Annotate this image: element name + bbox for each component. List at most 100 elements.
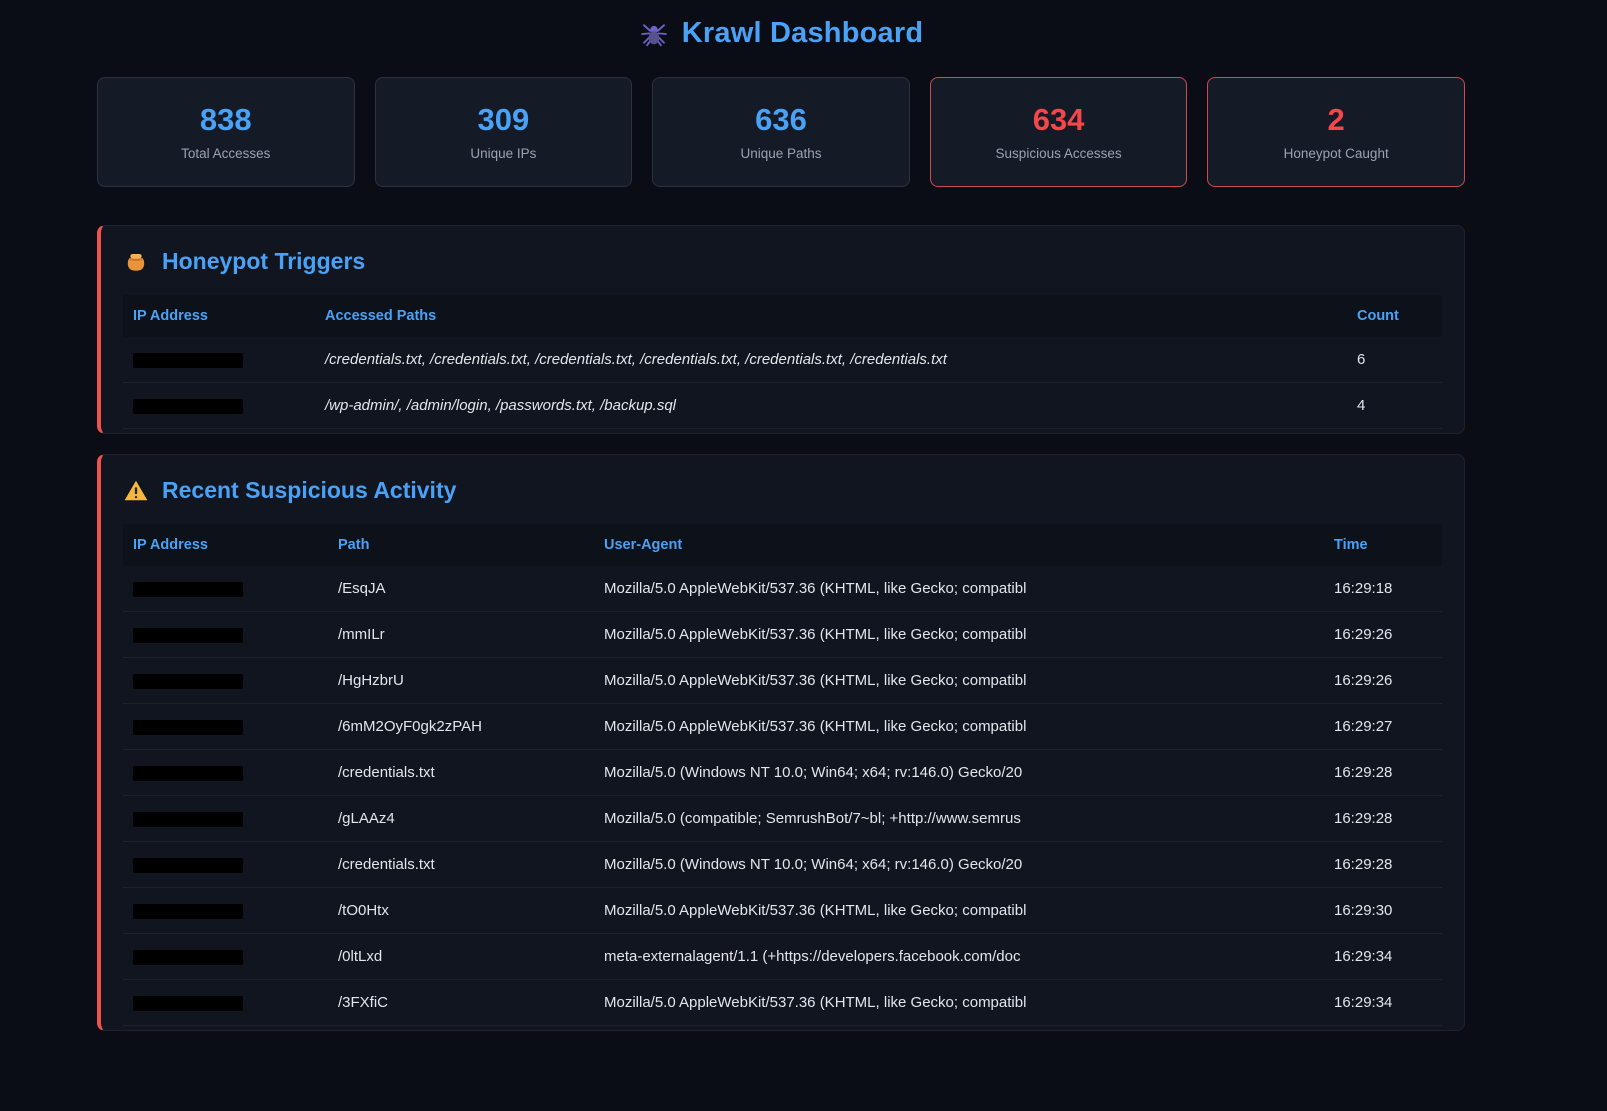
suspicious-time-cell: 16:29:28 <box>1324 796 1442 842</box>
suspicious-ip-cell <box>123 888 328 934</box>
redacted-ip-bar <box>133 812 243 827</box>
suspicious-user-agent-cell: meta-externalagent/1.1 (+https://develop… <box>594 934 1324 980</box>
suspicious-time-cell: 16:29:18 <box>1324 566 1442 612</box>
suspicious-time-cell: 16:29:34 <box>1324 934 1442 980</box>
suspicious-time-cell: 16:29:27 <box>1324 704 1442 750</box>
warning-icon <box>123 478 149 504</box>
suspicious-user-agent-cell: Mozilla/5.0 (Windows NT 10.0; Win64; x64… <box>594 842 1324 888</box>
stats-row: 838 Total Accesses 309 Unique IPs 636 Un… <box>97 77 1465 187</box>
redacted-ip-bar <box>133 904 243 919</box>
suspicious-time-cell: 16:29:28 <box>1324 842 1442 888</box>
redacted-ip-bar <box>133 996 243 1011</box>
honeypot-col-accessed-paths: Accessed Paths <box>315 295 1347 337</box>
suspicious-activity-row: /credentials.txt Mozilla/5.0 (Windows NT… <box>123 750 1442 796</box>
honeypot-table: IP Address Accessed Paths Count /credent… <box>123 295 1442 429</box>
stat-label: Suspicious Accesses <box>996 146 1122 161</box>
suspicious-ip-cell <box>123 750 328 796</box>
suspicious-ip-cell <box>123 704 328 750</box>
honeypot-panel: Honeypot Triggers IP Address Accessed Pa… <box>97 225 1465 434</box>
stat-card: 2 Honeypot Caught <box>1207 77 1465 187</box>
suspicious-time-cell: 16:29:34 <box>1324 980 1442 1026</box>
stat-card: 636 Unique Paths <box>652 77 910 187</box>
stat-card: 838 Total Accesses <box>97 77 355 187</box>
spider-icon <box>639 19 669 49</box>
honeypot-title-text: Honeypot Triggers <box>162 248 365 275</box>
stat-label: Unique IPs <box>470 146 536 161</box>
page-title: Krawl Dashboard <box>682 17 924 50</box>
suspicious-col-path: Path <box>328 524 594 566</box>
suspicious-ip-cell <box>123 934 328 980</box>
suspicious-table-body: /EsqJA Mozilla/5.0 AppleWebKit/537.36 (K… <box>123 566 1442 1026</box>
honeypot-count-cell: 4 <box>1347 383 1442 429</box>
suspicious-user-agent-cell: Mozilla/5.0 AppleWebKit/537.36 (KHTML, l… <box>594 658 1324 704</box>
honeypot-col-ip-address: IP Address <box>123 295 315 337</box>
stat-card: 634 Suspicious Accesses <box>930 77 1188 187</box>
suspicious-activity-row: /6mM2OyF0gk2zPAH Mozilla/5.0 AppleWebKit… <box>123 704 1442 750</box>
redacted-ip-bar <box>133 353 243 368</box>
suspicious-ip-cell <box>123 612 328 658</box>
suspicious-activity-row: /EsqJA Mozilla/5.0 AppleWebKit/537.36 (K… <box>123 566 1442 612</box>
suspicious-user-agent-cell: Mozilla/5.0 AppleWebKit/537.36 (KHTML, l… <box>594 980 1324 1026</box>
suspicious-activity-row: /credentials.txt Mozilla/5.0 (Windows NT… <box>123 842 1442 888</box>
suspicious-activity-row: /0ltLxd meta-externalagent/1.1 (+https:/… <box>123 934 1442 980</box>
honeypot-panel-title: Honeypot Triggers <box>123 248 1442 275</box>
page-header: Krawl Dashboard <box>97 0 1465 50</box>
redacted-ip-bar <box>133 399 243 414</box>
stat-card: 309 Unique IPs <box>375 77 633 187</box>
suspicious-activity-panel: Recent Suspicious Activity IP Address Pa… <box>97 454 1465 1031</box>
suspicious-user-agent-cell: Mozilla/5.0 AppleWebKit/537.36 (KHTML, l… <box>594 704 1324 750</box>
suspicious-col-ip-address: IP Address <box>123 524 328 566</box>
suspicious-time-cell: 16:29:30 <box>1324 888 1442 934</box>
honeypot-paths-cell: /credentials.txt, /credentials.txt, /cre… <box>315 337 1347 383</box>
suspicious-ip-cell <box>123 658 328 704</box>
suspicious-user-agent-cell: Mozilla/5.0 AppleWebKit/537.36 (KHTML, l… <box>594 612 1324 658</box>
suspicious-title-text: Recent Suspicious Activity <box>162 477 456 504</box>
stat-value: 2 <box>1328 104 1345 135</box>
stat-value: 634 <box>1033 104 1085 135</box>
stat-label: Total Accesses <box>181 146 270 161</box>
redacted-ip-bar <box>133 950 243 965</box>
suspicious-time-cell: 16:29:26 <box>1324 658 1442 704</box>
suspicious-activity-row: /gLAAz4 Mozilla/5.0 (compatible; Semrush… <box>123 796 1442 842</box>
suspicious-panel-title: Recent Suspicious Activity <box>123 477 1442 504</box>
suspicious-time-cell: 16:29:28 <box>1324 750 1442 796</box>
suspicious-path-cell: /3FXfiC <box>328 980 594 1026</box>
redacted-ip-bar <box>133 720 243 735</box>
suspicious-col-user-agent: User-Agent <box>594 524 1324 566</box>
stat-label: Unique Paths <box>740 146 821 161</box>
stat-value: 636 <box>755 104 807 135</box>
suspicious-activity-row: /3FXfiC Mozilla/5.0 AppleWebKit/537.36 (… <box>123 980 1442 1026</box>
suspicious-path-cell: /gLAAz4 <box>328 796 594 842</box>
suspicious-path-cell: /0ltLxd <box>328 934 594 980</box>
redacted-ip-bar <box>133 858 243 873</box>
suspicious-activity-row: /mmILr Mozilla/5.0 AppleWebKit/537.36 (K… <box>123 612 1442 658</box>
redacted-ip-bar <box>133 628 243 643</box>
suspicious-path-cell: /HgHzbrU <box>328 658 594 704</box>
suspicious-time-cell: 16:29:26 <box>1324 612 1442 658</box>
suspicious-col-time: Time <box>1324 524 1442 566</box>
redacted-ip-bar <box>133 766 243 781</box>
honeypot-table-header: IP Address Accessed Paths Count <box>123 295 1442 337</box>
suspicious-user-agent-cell: Mozilla/5.0 (compatible; SemrushBot/7~bl… <box>594 796 1324 842</box>
suspicious-path-cell: /tO0Htx <box>328 888 594 934</box>
suspicious-path-cell: /credentials.txt <box>328 750 594 796</box>
suspicious-user-agent-cell: Mozilla/5.0 AppleWebKit/537.36 (KHTML, l… <box>594 566 1324 612</box>
suspicious-ip-cell <box>123 980 328 1026</box>
honeypot-icon <box>123 249 149 275</box>
suspicious-activity-row: /tO0Htx Mozilla/5.0 AppleWebKit/537.36 (… <box>123 888 1442 934</box>
stat-label: Honeypot Caught <box>1284 146 1389 161</box>
honeypot-row: /wp-admin/, /admin/login, /passwords.txt… <box>123 383 1442 429</box>
stat-value: 309 <box>478 104 530 135</box>
suspicious-ip-cell <box>123 842 328 888</box>
honeypot-paths-cell: /wp-admin/, /admin/login, /passwords.txt… <box>315 383 1347 429</box>
honeypot-ip-cell <box>123 383 315 429</box>
honeypot-count-cell: 6 <box>1347 337 1442 383</box>
suspicious-path-cell: /credentials.txt <box>328 842 594 888</box>
stat-value: 838 <box>200 104 252 135</box>
suspicious-ip-cell <box>123 796 328 842</box>
suspicious-ip-cell <box>123 566 328 612</box>
redacted-ip-bar <box>133 674 243 689</box>
honeypot-row: /credentials.txt, /credentials.txt, /cre… <box>123 337 1442 383</box>
suspicious-table-header: IP Address Path User-Agent Time <box>123 524 1442 566</box>
suspicious-path-cell: /6mM2OyF0gk2zPAH <box>328 704 594 750</box>
